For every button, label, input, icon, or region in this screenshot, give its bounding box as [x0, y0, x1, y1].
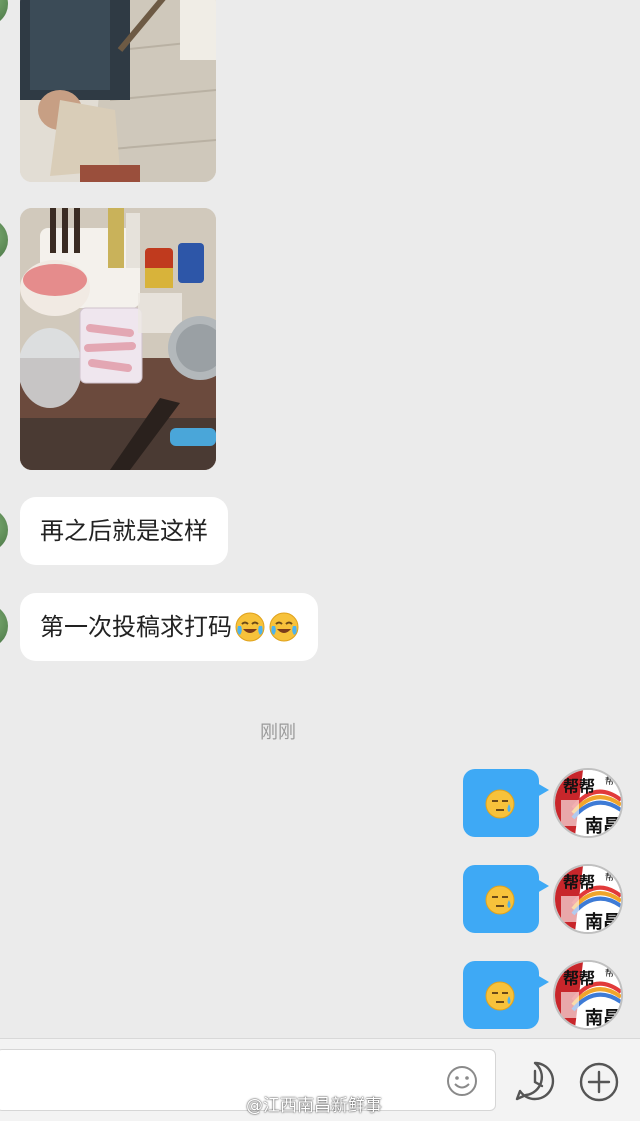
peer-avatar[interactable]: [0, 218, 8, 262]
incoming-message-bubble[interactable]: 第一次投稿求打码: [20, 593, 318, 661]
self-avatar[interactable]: 帮帮 帮 南昌: [553, 864, 623, 934]
crying-laughing-emoji-icon: [269, 612, 299, 642]
message-text: 第一次投稿求打码: [40, 613, 232, 641]
peer-avatar[interactable]: [0, 604, 8, 648]
message-timestamp: 刚刚: [260, 722, 296, 743]
avatar-text: 南昌: [585, 911, 621, 932]
avatar-text: 帮帮: [563, 873, 595, 892]
avatar-text: 帮: [605, 775, 614, 787]
plus-icon[interactable]: [578, 1061, 620, 1103]
cold-sweat-emoji-icon: [485, 885, 515, 915]
bangbang-nanchang-logo: 帮帮 帮 南昌: [555, 866, 621, 932]
chat-area: 再之后就是这样 第一次投稿求打码 刚刚 帮帮 帮 南昌 帮帮 帮 南昌 帮帮 帮…: [0, 0, 640, 1038]
bangbang-nanchang-logo: 帮帮 帮 南昌: [555, 962, 621, 1028]
cold-sweat-emoji-icon: [485, 789, 515, 819]
photo-kitchen-counter: [20, 208, 216, 470]
avatar-text: 帮帮: [563, 777, 595, 796]
photo-corridor: [20, 0, 216, 182]
outgoing-message-bubble[interactable]: [463, 865, 549, 933]
cold-sweat-emoji-icon: [485, 981, 515, 1011]
avatar-text: 南昌: [585, 1007, 621, 1028]
avatar-text: 南昌: [585, 815, 621, 836]
peer-avatar[interactable]: [0, 508, 8, 552]
self-avatar[interactable]: 帮帮 帮 南昌: [553, 960, 623, 1030]
message-text: 再之后就是这样: [40, 517, 208, 545]
self-avatar[interactable]: 帮帮 帮 南昌: [553, 768, 623, 838]
outgoing-message-bubble[interactable]: [463, 961, 549, 1029]
avatar-text: 帮帮: [563, 969, 595, 988]
watermark: @江西南昌新鲜事: [246, 1096, 382, 1116]
outgoing-message-bubble[interactable]: [463, 769, 549, 837]
incoming-message-bubble[interactable]: 再之后就是这样: [20, 497, 228, 565]
avatar-text: 帮: [605, 967, 614, 979]
emoji-icon[interactable]: [445, 1064, 479, 1098]
crying-laughing-emoji-icon: [235, 612, 265, 642]
clock-icon[interactable]: [514, 1060, 556, 1102]
bangbang-nanchang-logo: 帮帮 帮 南昌: [555, 770, 621, 836]
image-message[interactable]: [20, 0, 216, 182]
peer-avatar[interactable]: [0, 0, 8, 26]
image-message[interactable]: [20, 208, 216, 470]
avatar-text: 帮: [605, 871, 614, 883]
